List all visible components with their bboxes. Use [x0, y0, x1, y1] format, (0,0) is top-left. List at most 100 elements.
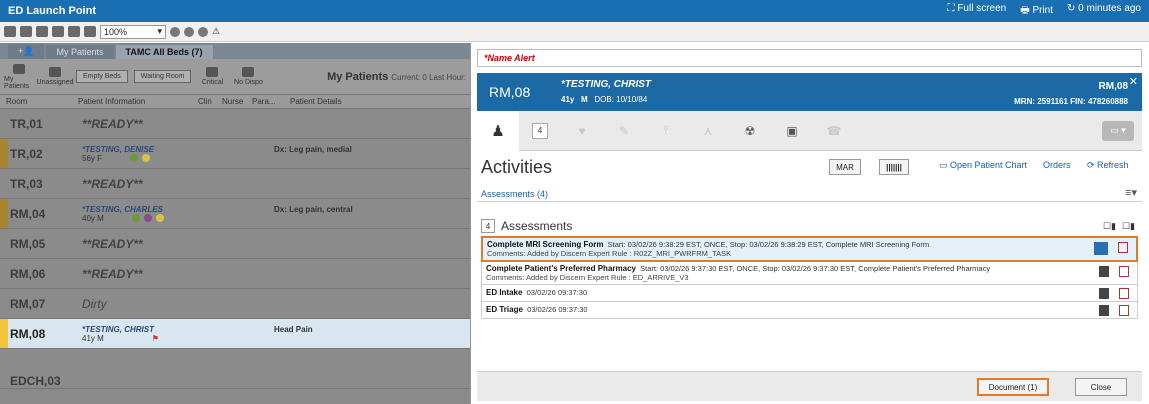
zoom-in-icon[interactable] — [68, 26, 80, 37]
print-button[interactable]: 🖶 Print — [1020, 3, 1053, 20]
col-clin[interactable]: Clin — [192, 97, 216, 106]
no-dispo-filter[interactable]: No Dispo — [233, 67, 263, 86]
activities-title: Activities — [481, 157, 553, 177]
add-patient-icon[interactable]: +👤 — [8, 44, 45, 59]
menu-icon[interactable]: ≡▾ — [1125, 186, 1137, 199]
open-patient-chart-link[interactable]: ▭ Open Patient Chart — [939, 160, 1027, 171]
patient-detail-pane: *Name Alert RM,08 *TESTING, CHRIST 41y M… — [470, 43, 1149, 404]
critical-filter[interactable]: Critical — [197, 67, 227, 86]
person-icon — [13, 63, 25, 74]
diamond-icon — [206, 67, 219, 77]
assessments-link[interactable]: Assessments (4) — [481, 189, 548, 199]
barcode-button[interactable]: ||||||| — [879, 159, 909, 175]
col-patient-info[interactable]: Patient Information — [72, 97, 192, 106]
col-para[interactable]: Para... — [246, 97, 284, 106]
banner-name[interactable]: *TESTING, CHRIST — [561, 79, 651, 90]
iv-icon[interactable]: ⫯ — [645, 111, 687, 151]
table-row[interactable]: RM,07 Dirty — [0, 289, 470, 319]
count-badge[interactable]: 4 — [532, 122, 548, 139]
pill-icon[interactable]: ✎ — [603, 111, 645, 151]
banner-right-location: RM,08 — [1098, 81, 1128, 92]
flag-icon: ⚑ — [151, 333, 159, 343]
status-dot-icon — [130, 154, 139, 162]
waiting-room-button[interactable]: Waiting Room — [133, 70, 192, 83]
document-icon[interactable] — [1099, 288, 1109, 299]
component-iconbar: ♟ 4 ♥ ✎ ⫯ ⋏ ☢ ▣ ☎ ▭ ▾ — [477, 110, 1142, 151]
checkbox-document-all[interactable]: ☐▮ — [1103, 221, 1116, 232]
more-menu-button[interactable]: ▭ ▾ — [1102, 120, 1134, 141]
status-dot-icon — [143, 214, 152, 222]
person-icon[interactable]: ♟ — [477, 110, 519, 151]
col-room[interactable]: Room — [0, 97, 72, 106]
phone-icon[interactable]: ☎ — [813, 111, 855, 151]
activities-header: Activities MAR ||||||| ▭ Open Patient Ch… — [477, 155, 1142, 179]
task-list: Complete MRI Screening Form Start: 03/02… — [481, 236, 1138, 319]
col-nurse[interactable]: Nurse — [216, 97, 246, 106]
close-icon[interactable]: ✕ — [1129, 75, 1138, 88]
task-item[interactable]: Complete MRI Screening Form Start: 03/02… — [481, 236, 1138, 262]
banner-mrn-fin: MRN: 2591161 FIN: 478260888 — [1014, 97, 1128, 106]
header-checkboxes: ☐▮ ☐▮ — [1103, 221, 1135, 232]
col-patient-details[interactable]: Patient Details — [284, 97, 342, 106]
full-screen-button[interactable]: ⛶ Full screen — [948, 3, 1007, 20]
document-icon[interactable] — [1099, 305, 1109, 316]
app-title: ED Launch Point — [8, 5, 96, 17]
table-row[interactable]: TR,03 **READY** — [0, 169, 470, 199]
preview-icon[interactable] — [52, 26, 64, 37]
table-row[interactable]: RM,06 **READY** — [0, 259, 470, 289]
assessments-count: 4 — [481, 219, 495, 233]
mar-button[interactable]: MAR — [829, 159, 861, 175]
task-item[interactable]: ED Triage 03/02/26 09:37:30 — [481, 302, 1138, 319]
unassigned-filter[interactable]: Unassigned — [37, 67, 73, 86]
footer-bar: Document (1) Close — [477, 371, 1142, 401]
zoom-out-icon[interactable] — [84, 26, 96, 37]
chart-icon[interactable] — [1119, 288, 1129, 299]
lab-icon[interactable]: ▣ — [771, 111, 813, 151]
close-button[interactable]: Close — [1075, 378, 1127, 396]
chart-icon[interactable] — [1119, 305, 1129, 316]
circle-icon[interactable] — [170, 26, 180, 37]
tab-my-patients[interactable]: My Patients — [46, 45, 114, 59]
table-row[interactable]: TR,02 *TESTING, DENISE 56y F Dx: Leg pain, … — [0, 139, 470, 169]
document-icon[interactable] — [1099, 266, 1109, 277]
table-row[interactable]: RM,08 *TESTING, CHRIST 41y M ⚑ Head Pain — [0, 319, 470, 349]
status-dot-icon — [142, 154, 151, 162]
table-row[interactable]: RM,04 *TESTING, CHARLES 40y M Dx: Leg pain,… — [0, 199, 470, 229]
task-item[interactable]: ED Intake 03/02/26 09:37:30 — [481, 285, 1138, 302]
empty-beds-button[interactable]: Empty Beds — [76, 70, 128, 83]
banner-demographics: 41y M DOB: 10/10/84 — [561, 95, 648, 104]
print-icon[interactable] — [36, 26, 48, 37]
column-headers: Room Patient Information Clin Nurse Para… — [0, 95, 470, 109]
refresh-time[interactable]: ↻ 0 minutes ago — [1067, 3, 1141, 20]
status-dot-icon — [131, 214, 140, 222]
table-row[interactable]: RM,05 **READY** — [0, 229, 470, 259]
checkbox-chart-all[interactable]: ☐▮ — [1122, 221, 1135, 232]
circle-icon[interactable] — [198, 26, 208, 37]
task-item[interactable]: Complete Patient's Preferred Pharmacy St… — [481, 262, 1138, 285]
triangle-icon[interactable]: ⚠ — [212, 26, 220, 37]
chart-icon[interactable] — [1119, 266, 1129, 277]
orders-link[interactable]: Orders — [1043, 160, 1071, 170]
chart-icon[interactable] — [1118, 242, 1128, 253]
patient-banner: RM,08 *TESTING, CHRIST 41y M DOB: 10/10/… — [477, 73, 1142, 111]
vitals-icon[interactable]: ⋏ — [687, 111, 729, 151]
my-patients-filter[interactable]: My Patients — [4, 63, 34, 90]
filter-icon[interactable] — [20, 26, 32, 37]
table-row[interactable]: TR,01 **READY** — [0, 109, 470, 139]
table-row[interactable]: EDCH,03 — [0, 349, 470, 389]
refresh-link[interactable]: ⟳ Refresh — [1087, 160, 1129, 171]
document-icon[interactable] — [1094, 242, 1108, 255]
binoculars-icon[interactable] — [4, 26, 16, 37]
heart-icon[interactable]: ♥ — [561, 111, 603, 151]
circle-icon[interactable] — [184, 26, 194, 37]
assessments-title: Assessments — [501, 219, 573, 233]
assessments-header: 4 Assessments — [481, 219, 572, 233]
status-dot-icon — [155, 214, 164, 222]
hourglass-icon — [242, 67, 255, 77]
document-button[interactable]: Document (1) — [977, 378, 1049, 396]
zoom-select[interactable]: 100% ▾ — [100, 24, 166, 39]
title-bar: ED Launch Point ⛶ Full screen 🖶 Print ↻ … — [0, 0, 1149, 22]
radiology-icon[interactable]: ☢ — [729, 111, 771, 151]
banner-location: RM,08 — [489, 84, 531, 100]
tab-all-beds[interactable]: TAMC All Beds (7) — [115, 45, 213, 59]
